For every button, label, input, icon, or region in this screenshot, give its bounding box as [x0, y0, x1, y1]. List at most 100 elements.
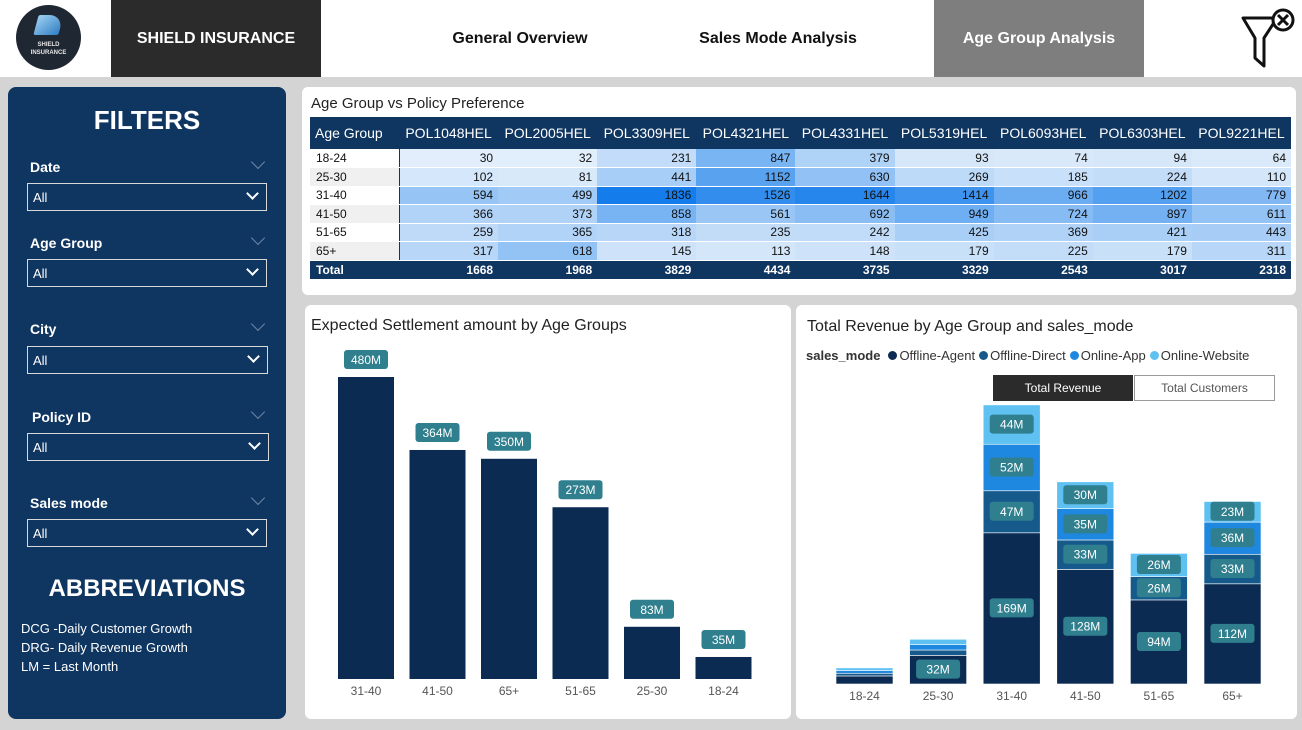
- matrix-cell: 847: [696, 149, 796, 168]
- matrix-cell: 110: [1191, 167, 1291, 187]
- matrix-cell: 1836: [597, 186, 697, 205]
- matrix-cell: 148: [795, 241, 895, 261]
- filter-sales-mode-select[interactable]: All: [27, 519, 267, 547]
- filter-date-select[interactable]: All: [27, 183, 267, 211]
- bar-value-label: 480M: [344, 350, 388, 369]
- x-tick-label: 25-30: [637, 684, 668, 698]
- chevron-down-icon: [246, 523, 259, 536]
- matrix-cell: 179: [894, 241, 994, 261]
- matrix-column-header[interactable]: POL6303HEL: [1092, 117, 1192, 149]
- data-label: 273M: [565, 483, 595, 497]
- total-cell: 3329: [894, 260, 994, 280]
- filter-sales-mode-label: Sales mode: [30, 495, 108, 511]
- filter-clear-icon[interactable]: [1237, 8, 1299, 72]
- total-cell: 3829: [597, 260, 697, 280]
- matrix-column-header[interactable]: POL6093HEL: [993, 117, 1093, 149]
- x-tick-label: 51-65: [565, 684, 596, 698]
- data-label: 480M: [351, 353, 381, 367]
- chevron-down-icon: [246, 187, 259, 200]
- table-row: 25-30 102 81 441 1152 630 269 185 224 110: [310, 167, 1291, 187]
- data-label: 350M: [494, 435, 524, 449]
- matrix-cell: 443: [1191, 223, 1291, 242]
- filters-title: FILTERS: [93, 105, 201, 135]
- matrix-cell: 366: [399, 204, 499, 224]
- matrix-cell: 259: [399, 223, 499, 242]
- x-tick-label: 31-40: [996, 689, 1027, 703]
- matrix-column-header[interactable]: POL1048HEL: [399, 117, 499, 149]
- chevron-down-icon[interactable]: [250, 230, 266, 246]
- matrix-cell: 369: [993, 223, 1093, 242]
- matrix-cell: 318: [597, 223, 697, 242]
- matrix-column-header[interactable]: POL2005HEL: [498, 117, 598, 149]
- matrix-row-header: Age Group: [310, 117, 399, 149]
- matrix-cell: 94: [1092, 149, 1192, 168]
- data-label: 32M: [926, 663, 949, 677]
- bar-value-label: 35M: [701, 629, 746, 649]
- chevron-down-icon[interactable]: [250, 404, 266, 420]
- total-cell: 3017: [1092, 260, 1192, 280]
- tab-age-group-analysis[interactable]: Age Group Analysis: [934, 0, 1144, 77]
- segment-value-label: 36M: [1210, 528, 1255, 548]
- matrix-cell: 611: [1191, 204, 1291, 224]
- brand-title: SHIELD INSURANCE: [111, 0, 321, 77]
- matrix-cell: 32: [498, 149, 598, 168]
- stacked-bar-segment[interactable]: [835, 670, 894, 674]
- matrix-cell: 630: [795, 167, 895, 187]
- stacked-bar-segment[interactable]: [835, 675, 894, 685]
- stacked-bar-segment[interactable]: [909, 644, 967, 651]
- matrix-column-header[interactable]: POL9221HEL: [1191, 117, 1291, 149]
- filters-sidebar: FILTERS Date All Age Group All City All …: [8, 87, 286, 719]
- matrix-cell: 779: [1191, 186, 1291, 205]
- policy-matrix-table: Age Group POL1048HEL POL2005HEL POL3309H…: [310, 117, 1291, 280]
- bar[interactable]: [624, 626, 680, 679]
- filter-city-select[interactable]: All: [27, 346, 268, 374]
- bar[interactable]: [409, 449, 466, 679]
- bar[interactable]: [481, 458, 537, 679]
- chevron-down-icon[interactable]: [250, 490, 266, 506]
- matrix-column-header[interactable]: POL4321HEL: [696, 117, 796, 149]
- row-label: 65+: [310, 241, 400, 261]
- filter-age-group-select[interactable]: All: [27, 259, 267, 287]
- chevron-down-icon[interactable]: [250, 154, 266, 170]
- bar[interactable]: [695, 656, 752, 679]
- chevron-down-icon[interactable]: [250, 316, 266, 332]
- matrix-title: Age Group vs Policy Preference: [311, 95, 525, 112]
- matrix-column-header[interactable]: POL3309HEL: [597, 117, 697, 149]
- matrix-cell: 224: [1092, 167, 1192, 187]
- bar[interactable]: [552, 507, 609, 679]
- total-cell: 2318: [1191, 260, 1291, 280]
- matrix-cell: 242: [795, 223, 895, 242]
- x-tick-label: 41-50: [422, 684, 453, 698]
- abbreviation-item: DCG -Daily Customer Growth: [21, 621, 193, 636]
- stacked-bar-segment[interactable]: [909, 638, 967, 645]
- logo-circle: SHIELD INSURANCE: [16, 5, 81, 70]
- segment-value-label: 112M: [1210, 623, 1255, 643]
- stacked-bar-segment[interactable]: [835, 672, 894, 677]
- matrix-cell: 594: [399, 186, 499, 205]
- data-label: 26M: [1147, 581, 1170, 595]
- x-tick-label: 25-30: [923, 689, 954, 703]
- stacked-bar-segment[interactable]: [835, 667, 894, 671]
- segment-value-label: 128M: [1063, 616, 1108, 636]
- data-label: 364M: [422, 426, 452, 440]
- tab-sales-mode-analysis[interactable]: Sales Mode Analysis: [660, 0, 896, 77]
- matrix-body: 18-24 30 32 231 847 379 93 74 94 64 25-30 102 81 441 1…: [310, 149, 1291, 280]
- x-tick-label: 51-65: [1144, 689, 1175, 703]
- matrix-cell: 724: [993, 204, 1093, 224]
- table-row: 51-65 259 365 318 235 242 425 369 421 443: [310, 223, 1291, 242]
- tab-general-overview[interactable]: General Overview: [400, 0, 640, 77]
- matrix-column-header[interactable]: POL5319HEL: [894, 117, 994, 149]
- filter-policy-id-select[interactable]: All: [27, 433, 269, 461]
- matrix-column-header[interactable]: POL4331HEL: [795, 117, 895, 149]
- data-label: 35M: [1074, 517, 1097, 531]
- data-label: 47M: [1000, 505, 1023, 519]
- matrix-cell: 949: [894, 204, 994, 224]
- filter-policy-id-value: All: [33, 439, 48, 455]
- matrix-cell: 102: [399, 167, 499, 187]
- chevron-down-icon: [246, 263, 259, 276]
- data-label: 112M: [1218, 627, 1247, 641]
- bar[interactable]: [338, 377, 394, 679]
- abbreviation-item: DRG- Daily Revenue Growth: [21, 640, 188, 655]
- stacked-bar-segment[interactable]: [909, 649, 967, 656]
- matrix-header-row: Age Group POL1048HEL POL2005HEL POL3309H…: [310, 117, 1291, 149]
